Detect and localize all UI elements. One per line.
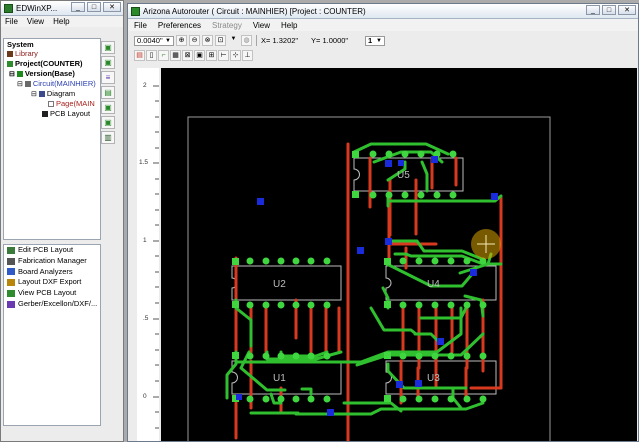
tool-list-icon[interactable]: ≡: [101, 71, 115, 84]
command-list: Edit PCB Layout Fabrication Manager Boar…: [3, 244, 101, 426]
left-bottom-bar: [1, 426, 117, 441]
project-icon: [7, 61, 13, 68]
menu-view[interactable]: View: [27, 17, 44, 26]
tool-route-icon[interactable]: ▥: [101, 131, 115, 144]
component-label-u4: U4: [427, 279, 440, 290]
toolbar-separator: [256, 35, 257, 46]
via-icon[interactable]: ▣: [194, 50, 205, 61]
pcb-icon: [42, 111, 48, 118]
main-close-button[interactable]: ✕: [618, 5, 636, 15]
minimize-button[interactable]: _: [71, 2, 85, 12]
export-icon: [7, 279, 15, 287]
cmd-view-pcb-layout[interactable]: View PCB Layout: [4, 288, 100, 299]
ruler-ticks: [153, 85, 159, 429]
stop-icon[interactable]: ◍: [241, 35, 252, 46]
cmd-layout-dxf-export[interactable]: Layout DXF Export: [4, 277, 100, 288]
pcb-layout-drawing: U5 U4 U2 U1 U3: [187, 116, 551, 441]
u1-outline: [231, 360, 342, 395]
dropdown-icon[interactable]: ▼: [228, 35, 239, 46]
route-icon[interactable]: ⌐: [158, 50, 169, 61]
component-label-u2: U2: [273, 279, 286, 290]
view-pcb-icon: [7, 290, 15, 298]
page-icon: [48, 101, 54, 108]
circuit-icon: [24, 81, 31, 88]
pencil-icon: [7, 246, 15, 254]
project-tools-column: ▣ ▣ ≡ ▤ ▣ ▣ ▥: [101, 41, 117, 144]
green-trace: [419, 306, 468, 320]
tree-item-pcb-layout[interactable]: PCB Layout: [42, 109, 90, 119]
lock-icon[interactable]: ⊠: [182, 50, 193, 61]
zoom-area-icon[interactable]: ⊡: [215, 35, 226, 46]
autorouter-window: Arizona Autorouter ( Circuit : MAINHIER)…: [127, 3, 639, 442]
close-button[interactable]: ✕: [103, 2, 121, 12]
tree-item-page[interactable]: Page(MAIN: [48, 99, 95, 109]
tool-green-icon[interactable]: ▣: [101, 41, 115, 54]
vertical-ruler: 2 1.5 1 .5 0: [137, 68, 159, 441]
tool-green3-icon[interactable]: ▣: [101, 116, 115, 129]
gerber-icon: [7, 300, 15, 308]
tool-green2-icon[interactable]: ▣: [101, 56, 115, 69]
library-icon: [7, 51, 13, 58]
cmd-board-analyzers[interactable]: Board Analyzers: [4, 267, 100, 278]
version-icon: [16, 71, 23, 78]
autorouter-title: Arizona Autorouter ( Circuit : MAINHIER)…: [143, 6, 366, 16]
project-tree: System Library Project(COUNTER) ⊟ Versio…: [3, 38, 101, 240]
route-toolbar: ▤ ▯ ⌐ ▦ ⊠ ▣ ⊞ ⊢ ⊹ ⊥: [128, 49, 638, 62]
analyzer-icon: [7, 268, 15, 276]
hammer-icon: [7, 257, 15, 265]
component-label-u3: U3: [427, 373, 440, 384]
project-manager-window: EDWinXP... _ □ ✕ File View Help System L…: [0, 0, 124, 442]
component-label-u5: U5: [397, 170, 410, 181]
diagram-icon: [38, 91, 45, 98]
green-trace: [294, 401, 485, 416]
green-trace: [369, 306, 418, 336]
tree-item-project[interactable]: Project(COUNTER): [7, 59, 83, 69]
zoom-fit-icon[interactable]: ⊗: [202, 35, 213, 46]
component-label-u1: U1: [273, 373, 286, 384]
coord-x-readout: X= 1.3202": [261, 36, 299, 45]
menu-view-main[interactable]: View: [253, 21, 270, 30]
cmd-edit-pcb-layout[interactable]: Edit PCB Layout: [4, 245, 100, 256]
green-trace: [279, 350, 329, 358]
tool-board-icon[interactable]: ▣: [101, 101, 115, 114]
menu-file-main[interactable]: File: [134, 21, 147, 30]
menu-strategy: Strategy: [212, 20, 242, 30]
maximize-button[interactable]: □: [87, 2, 101, 12]
autorouter-app-icon: [131, 6, 140, 16]
project-manager-titlebar[interactable]: EDWinXP... _ □ ✕: [1, 1, 123, 16]
tool-pcb-icon[interactable]: ▤: [101, 86, 115, 99]
layer-select[interactable]: 1 ▼: [365, 35, 385, 46]
zoom-in-icon[interactable]: ⊕: [176, 35, 187, 46]
grid-size-select[interactable]: 0.0040" ▼: [134, 35, 174, 46]
zoom-out-icon[interactable]: ⊖: [189, 35, 200, 46]
menu-preferences[interactable]: Preferences: [158, 21, 201, 30]
green-trace: [300, 387, 313, 396]
project-manager-menubar: File View Help: [1, 16, 123, 27]
pcb-canvas[interactable]: U5 U4 U2 U1 U3: [161, 68, 637, 441]
u2-outline: [231, 265, 342, 301]
grid-icon[interactable]: ▦: [170, 50, 181, 61]
menu-help-main[interactable]: Help: [281, 21, 297, 30]
green-trace: [420, 160, 429, 193]
cmd-gerber-excellon-dxf[interactable]: Gerber/Excellon/DXF/...: [4, 299, 100, 310]
menu-help[interactable]: Help: [53, 17, 69, 26]
top-toolbar: 0.0040" ▼ ⊕ ⊖ ⊗ ⊡ ▼ ◍ X= 1.3202" Y= 1.000…: [128, 34, 638, 47]
coord-y-readout: Y= 1.0000": [311, 36, 349, 45]
main-maximize-button[interactable]: □: [602, 5, 616, 15]
main-minimize-button[interactable]: _: [586, 5, 600, 15]
edwin-app-icon: [4, 3, 13, 13]
menu-file[interactable]: File: [5, 17, 18, 26]
fanout-icon[interactable]: ⊢: [218, 50, 229, 61]
autorouter-titlebar[interactable]: Arizona Autorouter ( Circuit : MAINHIER)…: [128, 4, 638, 19]
clipboard-icon[interactable]: ▯: [146, 50, 157, 61]
autoroute-all-icon[interactable]: ⊞: [206, 50, 217, 61]
autorouter-menubar: File Preferences Strategy View Help: [128, 19, 638, 31]
layers-icon[interactable]: ▤: [134, 50, 145, 61]
cleanup-icon[interactable]: ⊥: [242, 50, 253, 61]
reroute-icon[interactable]: ⊹: [230, 50, 241, 61]
project-manager-title: EDWinXP...: [16, 3, 58, 13]
cmd-fabrication-manager[interactable]: Fabrication Manager: [4, 256, 100, 267]
tree-item-library[interactable]: Library: [7, 49, 38, 59]
